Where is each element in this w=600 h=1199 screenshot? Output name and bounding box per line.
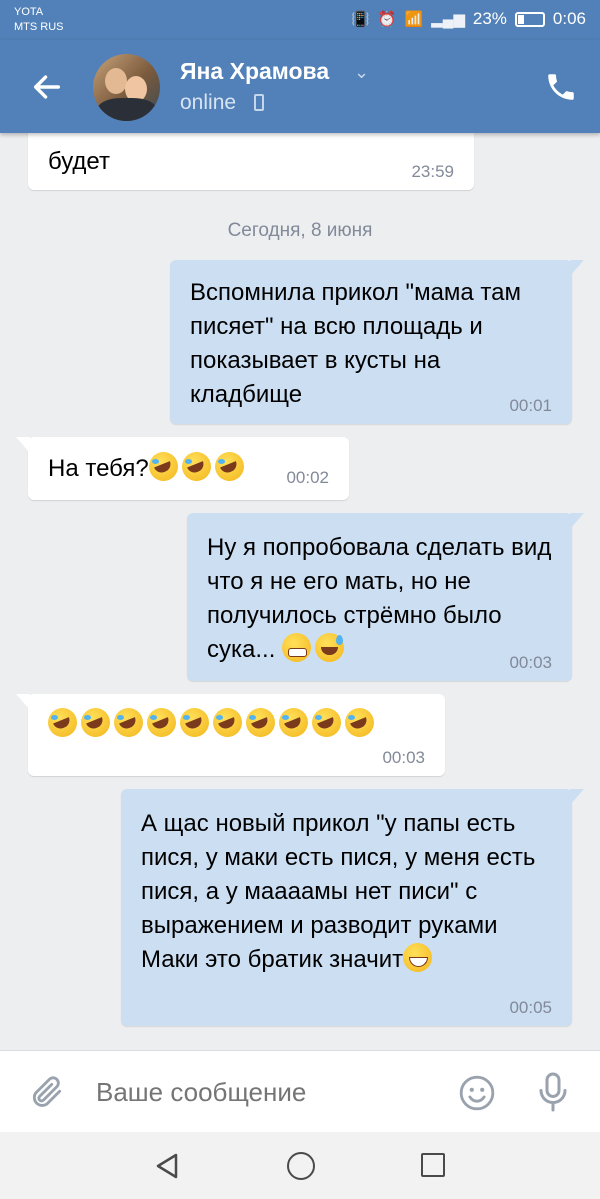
emoji-rofl-icon [114, 708, 143, 737]
emoji-rofl-icon [147, 708, 176, 737]
emoji-row [48, 708, 425, 742]
message-outgoing[interactable]: А щас новый прикол "у папы есть пися, у … [121, 789, 584, 1026]
emoji-rofl-icon [279, 708, 308, 737]
emoji-rofl-icon [48, 708, 77, 737]
message-text: Вспомнила прикол "мама там писяет" на вс… [190, 279, 521, 408]
message-text: А щас новый прикол "у папы есть пися, у … [141, 810, 536, 973]
emoji-rofl-icon [81, 708, 110, 737]
message-input[interactable] [96, 1077, 416, 1108]
message-outgoing[interactable]: Вспомнила прикол "мама там писяет" на вс… [170, 260, 584, 424]
message-time: 00:03 [382, 748, 425, 767]
message-time: 23:59 [411, 162, 454, 181]
signal-icon: ▂▄▆ [431, 11, 465, 28]
emoji-rofl-icon [213, 708, 242, 737]
emoji-rofl-icon [246, 708, 275, 737]
phone-icon[interactable] [544, 70, 578, 104]
clock: 0:06 [552, 9, 586, 28]
triangle-back-icon[interactable] [154, 1152, 180, 1180]
online-status: online [180, 91, 237, 114]
wifi-icon: 📶 [404, 11, 424, 28]
message-text: будет [48, 148, 110, 175]
emoji-rofl-icon [181, 452, 211, 481]
chevron-down-icon[interactable]: ⌄ [354, 62, 369, 83]
message-time: 00:01 [509, 396, 552, 415]
avatar[interactable] [93, 54, 160, 121]
carrier-1: YOTA [14, 6, 44, 18]
emoji-rofl-icon [180, 708, 209, 737]
square-recent-icon[interactable] [421, 1153, 445, 1177]
battery-icon [514, 11, 545, 27]
battery-percent: 23% [472, 9, 507, 28]
circle-home-icon[interactable] [287, 1152, 315, 1180]
message-composer [0, 1050, 600, 1132]
chat-header: Яна Храмова ⌄ online [0, 40, 600, 133]
status-right: 📳 ⏰ 📶 ▂▄▆ 23% 0:06 [351, 9, 586, 29]
message-outgoing[interactable]: Ну я попробовала сделать вид что я не ег… [187, 513, 584, 681]
message-time: 00:05 [509, 998, 552, 1017]
alarm-icon: ⏰ [377, 11, 397, 28]
emoji-grin-icon [403, 943, 433, 972]
message-time: 00:02 [286, 468, 329, 487]
smile-icon[interactable] [458, 1074, 496, 1112]
emoji-rofl-icon [214, 452, 244, 481]
contact-name[interactable]: Яна Храмова [180, 58, 329, 85]
message-text: Ну я попробовала сделать вид что я не ег… [207, 534, 552, 663]
emoji-rofl-icon [345, 708, 374, 737]
message-time: 00:03 [509, 653, 552, 672]
mobile-device-icon [254, 94, 264, 111]
emoji-rofl-icon [312, 708, 341, 737]
system-nav-bar [0, 1132, 600, 1199]
emoji-grimacing-icon [282, 633, 312, 662]
paperclip-icon[interactable] [28, 1073, 66, 1111]
carrier-2: MTS RUS [14, 21, 64, 33]
message-incoming[interactable]: На тебя? 00:02 [16, 437, 349, 500]
message-incoming[interactable]: будет 23:59 [28, 133, 474, 190]
vibrate-icon: 📳 [351, 11, 370, 28]
arrow-left-icon[interactable] [30, 70, 64, 104]
date-separator: Сегодня, 8 июня [227, 220, 373, 241]
message-list[interactable]: будет 23:59 Сегодня, 8 июня Вспомнила пр… [0, 133, 600, 1050]
emoji-rofl-icon [148, 452, 178, 481]
microphone-icon[interactable] [538, 1071, 568, 1113]
message-text: На тебя? [48, 455, 149, 482]
carrier-info: YOTA MTS RUS [14, 5, 64, 35]
status-bar: YOTA MTS RUS 📳 ⏰ 📶 ▂▄▆ 23% 0:06 [0, 0, 600, 40]
emoji-sweat-smile-icon [315, 633, 345, 662]
message-incoming[interactable]: 00:03 [16, 694, 445, 776]
